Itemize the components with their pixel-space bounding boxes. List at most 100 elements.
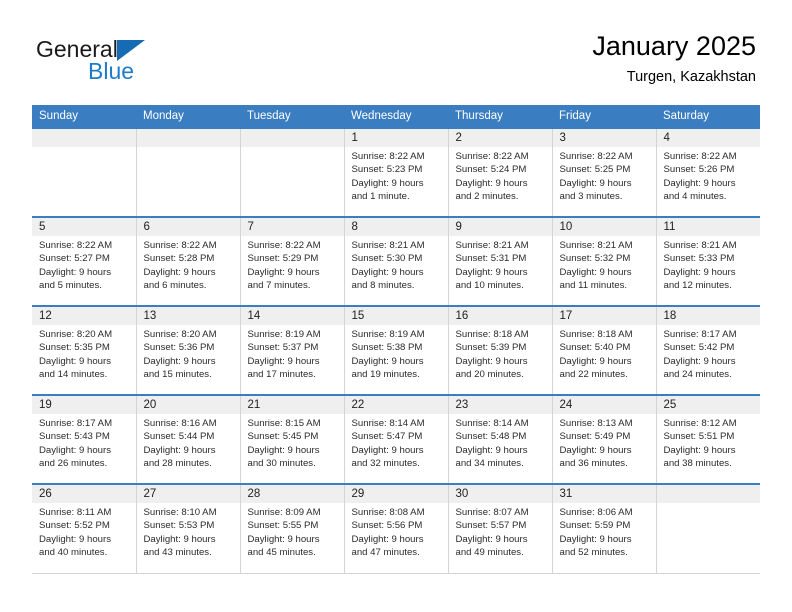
sunrise-text: Sunrise: 8:16 AM bbox=[143, 418, 217, 429]
daylight-text: Daylight: 9 hours bbox=[455, 533, 528, 545]
day-number: 2 bbox=[448, 129, 552, 147]
day-details: Sunrise: 8:16 AM Sunset: 5:44 PM Daylight:… bbox=[137, 414, 240, 471]
sunrise-text: Sunrise: 8:09 AM bbox=[247, 507, 321, 518]
calendar-day-cell[interactable]: 18 Sunrise: 8:17 AM Sunset: 5:42 PM Dayligh… bbox=[656, 305, 760, 395]
sunrise-text: Sunrise: 8:19 AM bbox=[247, 329, 321, 340]
sunrise-text: Sunrise: 8:17 AM bbox=[39, 418, 113, 429]
sunrise-text: Sunrise: 8:22 AM bbox=[663, 151, 737, 162]
daylight-text: Daylight: 9 hours bbox=[455, 266, 528, 278]
calendar-day-cell[interactable]: 13 Sunrise: 8:20 AM Sunset: 5:36 PM Dayligh… bbox=[136, 305, 241, 395]
day-number: 5 bbox=[32, 218, 136, 236]
daylight-text: and 34 minutes. bbox=[455, 458, 524, 470]
day-details: Sunrise: 8:12 AM Sunset: 5:51 PM Daylight:… bbox=[657, 414, 761, 471]
daylight-text: Daylight: 9 hours bbox=[39, 444, 111, 456]
daylight-text: Daylight: 9 hours bbox=[663, 177, 736, 189]
sunrise-text: Sunrise: 8:22 AM bbox=[39, 240, 113, 251]
calendar-day-cell[interactable]: 19 Sunrise: 8:17 AM Sunset: 5:43 PM Dayligh… bbox=[32, 394, 137, 484]
daylight-text: Daylight: 9 hours bbox=[559, 355, 632, 367]
calendar-day-cell[interactable]: 26 Sunrise: 8:11 AM Sunset: 5:52 PM Dayligh… bbox=[32, 483, 137, 574]
daylight-text: and 26 minutes. bbox=[39, 458, 108, 470]
day-details: Sunrise: 8:18 AM Sunset: 5:39 PM Daylight:… bbox=[449, 325, 552, 382]
calendar-day-cell[interactable]: 25 Sunrise: 8:12 AM Sunset: 5:51 PM Dayligh… bbox=[656, 394, 761, 484]
day-number: 22 bbox=[344, 396, 448, 414]
calendar-day-cell[interactable]: 21 Sunrise: 8:15 AM Sunset: 5:45 PM Dayligh… bbox=[240, 394, 345, 484]
day-number: 28 bbox=[240, 485, 344, 503]
sunrise-text: Sunrise: 8:21 AM bbox=[559, 240, 633, 251]
daylight-text: and 12 minutes. bbox=[663, 280, 732, 292]
day-number: 4 bbox=[656, 129, 760, 147]
daylight-text: Daylight: 9 hours bbox=[143, 444, 216, 456]
daylight-text: Daylight: 9 hours bbox=[455, 355, 528, 367]
day-details: Sunrise: 8:14 AM Sunset: 5:47 PM Daylight:… bbox=[345, 414, 448, 471]
daylight-text: and 14 minutes. bbox=[39, 369, 108, 381]
daylight-text: and 43 minutes. bbox=[143, 547, 212, 559]
day-number: 20 bbox=[136, 396, 240, 414]
weekday-header-saturday: Saturday bbox=[656, 105, 760, 128]
calendar-day-cell[interactable]: 9 Sunrise: 8:21 AM Sunset: 5:31 PM Daylight… bbox=[448, 216, 553, 306]
calendar-day-cell[interactable]: 31 Sunrise: 8:06 AM Sunset: 5:59 PM Dayligh… bbox=[552, 483, 657, 574]
calendar-day-cell[interactable]: 5 Sunrise: 8:22 AM Sunset: 5:27 PM Daylight… bbox=[32, 216, 137, 306]
day-details: Sunrise: 8:17 AM Sunset: 5:43 PM Daylight:… bbox=[32, 414, 136, 471]
calendar-day-cell[interactable]: 15 Sunrise: 8:19 AM Sunset: 5:38 PM Dayligh… bbox=[344, 305, 449, 395]
calendar-day-cell[interactable]: 4 Sunrise: 8:22 AM Sunset: 5:26 PM Daylight… bbox=[656, 127, 760, 217]
page-title: January 2025 bbox=[592, 31, 756, 61]
calendar-day-cell[interactable]: 7 Sunrise: 8:22 AM Sunset: 5:29 PM Daylight… bbox=[240, 216, 345, 306]
calendar-day-cell[interactable]: 3 Sunrise: 8:22 AM Sunset: 5:25 PM Daylight… bbox=[552, 127, 657, 217]
calendar-day-cell[interactable]: 2 Sunrise: 8:22 AM Sunset: 5:24 PM Daylight… bbox=[448, 127, 553, 217]
calendar-week-row: 5 Sunrise: 8:22 AM Sunset: 5:27 PM Daylight… bbox=[32, 216, 760, 306]
calendar-day-cell[interactable]: 6 Sunrise: 8:22 AM Sunset: 5:28 PM Daylight… bbox=[136, 216, 241, 306]
day-details: Sunrise: 8:21 AM Sunset: 5:31 PM Daylight:… bbox=[449, 236, 552, 293]
daylight-text: and 17 minutes. bbox=[247, 369, 316, 381]
sunset-text: Sunset: 5:30 PM bbox=[351, 253, 423, 265]
day-number: 18 bbox=[656, 307, 760, 325]
sunset-text: Sunset: 5:42 PM bbox=[663, 342, 735, 354]
calendar-day-cell[interactable]: 30 Sunrise: 8:07 AM Sunset: 5:57 PM Dayligh… bbox=[448, 483, 553, 574]
calendar-cell-empty bbox=[136, 127, 241, 217]
daylight-text: and 28 minutes. bbox=[143, 458, 212, 470]
day-number bbox=[136, 129, 240, 147]
daylight-text: Daylight: 9 hours bbox=[351, 177, 424, 189]
sunset-text: Sunset: 5:37 PM bbox=[247, 342, 319, 354]
daylight-text: and 10 minutes. bbox=[455, 280, 524, 292]
sunrise-text: Sunrise: 8:06 AM bbox=[559, 507, 633, 518]
calendar-day-cell[interactable]: 27 Sunrise: 8:10 AM Sunset: 5:53 PM Dayligh… bbox=[136, 483, 241, 574]
day-details: Sunrise: 8:09 AM Sunset: 5:55 PM Daylight:… bbox=[241, 503, 344, 560]
calendar-day-cell[interactable]: 14 Sunrise: 8:19 AM Sunset: 5:37 PM Dayligh… bbox=[240, 305, 345, 395]
daylight-text: Daylight: 9 hours bbox=[455, 444, 528, 456]
sunset-text: Sunset: 5:32 PM bbox=[559, 253, 631, 265]
calendar-day-cell[interactable]: 24 Sunrise: 8:13 AM Sunset: 5:49 PM Dayligh… bbox=[552, 394, 657, 484]
sunset-text: Sunset: 5:56 PM bbox=[351, 520, 423, 532]
sunset-text: Sunset: 5:33 PM bbox=[663, 253, 735, 265]
calendar-day-cell[interactable]: 22 Sunrise: 8:14 AM Sunset: 5:47 PM Dayligh… bbox=[344, 394, 449, 484]
calendar-day-cell[interactable]: 28 Sunrise: 8:09 AM Sunset: 5:55 PM Dayligh… bbox=[240, 483, 345, 574]
sunrise-text: Sunrise: 8:22 AM bbox=[351, 151, 425, 162]
calendar-day-cell[interactable]: 20 Sunrise: 8:16 AM Sunset: 5:44 PM Dayligh… bbox=[136, 394, 241, 484]
calendar-day-cell[interactable]: 17 Sunrise: 8:18 AM Sunset: 5:40 PM Dayligh… bbox=[552, 305, 657, 395]
day-number: 29 bbox=[344, 485, 448, 503]
daylight-text: and 3 minutes. bbox=[559, 191, 623, 203]
calendar-day-cell[interactable]: 29 Sunrise: 8:08 AM Sunset: 5:56 PM Dayligh… bbox=[344, 483, 449, 574]
daylight-text: Daylight: 9 hours bbox=[663, 444, 736, 456]
calendar-day-cell[interactable]: 16 Sunrise: 8:18 AM Sunset: 5:39 PM Dayligh… bbox=[448, 305, 553, 395]
calendar-day-cell[interactable]: 10 Sunrise: 8:21 AM Sunset: 5:32 PM Dayligh… bbox=[552, 216, 657, 306]
day-details: Sunrise: 8:20 AM Sunset: 5:36 PM Daylight:… bbox=[137, 325, 240, 382]
page-subtitle: Turgen, Kazakhstan bbox=[626, 69, 756, 85]
day-number: 11 bbox=[656, 218, 760, 236]
sunrise-text: Sunrise: 8:07 AM bbox=[455, 507, 529, 518]
daylight-text: and 4 minutes. bbox=[663, 191, 727, 203]
calendar-day-cell[interactable]: 1 Sunrise: 8:22 AM Sunset: 5:23 PM Daylight… bbox=[344, 127, 449, 217]
calendar-day-cell[interactable]: 23 Sunrise: 8:14 AM Sunset: 5:48 PM Dayligh… bbox=[448, 394, 553, 484]
title-block: January 2025 Turgen, Kazakhstan bbox=[592, 30, 756, 87]
daylight-text: Daylight: 9 hours bbox=[143, 355, 216, 367]
day-details: Sunrise: 8:07 AM Sunset: 5:57 PM Daylight:… bbox=[449, 503, 552, 560]
day-number: 17 bbox=[552, 307, 656, 325]
daylight-text: Daylight: 9 hours bbox=[351, 444, 424, 456]
daylight-text: Daylight: 9 hours bbox=[143, 266, 216, 278]
sunset-text: Sunset: 5:25 PM bbox=[559, 164, 631, 176]
calendar-day-cell[interactable]: 11 Sunrise: 8:21 AM Sunset: 5:33 PM Dayligh… bbox=[656, 216, 760, 306]
calendar-cell-empty bbox=[240, 127, 345, 217]
calendar-day-cell[interactable]: 12 Sunrise: 8:20 AM Sunset: 5:35 PM Dayligh… bbox=[32, 305, 137, 395]
calendar-day-cell[interactable]: 8 Sunrise: 8:21 AM Sunset: 5:30 PM Daylight… bbox=[344, 216, 449, 306]
daylight-text: and 38 minutes. bbox=[663, 458, 732, 470]
day-number: 21 bbox=[240, 396, 344, 414]
